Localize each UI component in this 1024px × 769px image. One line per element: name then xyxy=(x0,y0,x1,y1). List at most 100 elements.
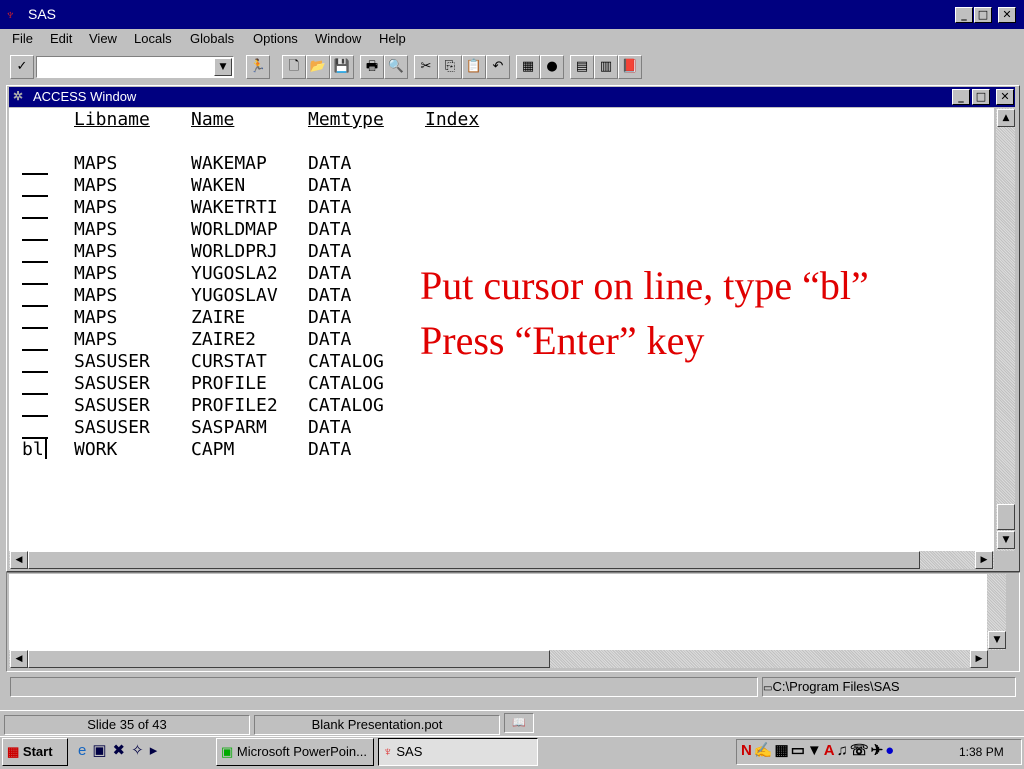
row-command-field[interactable] xyxy=(22,175,48,197)
row-command-field[interactable]: bl xyxy=(22,439,47,460)
cell-libname: SASUSER xyxy=(74,395,150,416)
scroll-thumb[interactable] xyxy=(997,504,1015,530)
menu-edit[interactable]: Edit xyxy=(50,29,72,49)
undo-icon[interactable]: ↶ xyxy=(486,55,510,79)
cell-memtype: DATA xyxy=(308,263,352,284)
row-command-field[interactable] xyxy=(22,197,48,219)
explorer-icon[interactable]: ▤ xyxy=(570,55,594,79)
new-icon[interactable]: 🗋 xyxy=(282,55,306,79)
scroll-right-button[interactable]: ▶ xyxy=(975,551,993,569)
cell-memtype: DATA xyxy=(308,175,352,196)
open-icon[interactable]: 📂 xyxy=(306,55,330,79)
row-command-field[interactable] xyxy=(22,417,48,439)
tool-icon[interactable]: ✧ xyxy=(131,742,150,759)
log-content[interactable] xyxy=(9,574,987,650)
table-row: MAPS WAKETRTI DATA xyxy=(9,197,994,219)
close-button[interactable]: ✕ xyxy=(998,7,1016,23)
system-tray: N✍▦▭▼A♫☏✈● 1:38 PM xyxy=(736,739,1022,765)
window-maximize-button[interactable]: □ xyxy=(972,89,990,105)
ie-icon[interactable]: e xyxy=(78,742,92,759)
start-button[interactable]: ▦ Start xyxy=(2,738,68,766)
cell-name: ZAIRE xyxy=(191,307,246,328)
status-message-field xyxy=(10,677,758,697)
sas-logo-icon[interactable]: ♆ xyxy=(5,6,21,22)
slide-counter: Slide 35 of 43 xyxy=(4,715,250,735)
powerpoint-icon: ▣ xyxy=(221,744,234,759)
scroll-down-button[interactable]: ▼ xyxy=(997,531,1015,549)
table-row: MAPS WORLDMAP DATA xyxy=(9,219,994,241)
app-title: SAS xyxy=(28,6,57,22)
cell-name: CAPM xyxy=(191,439,235,460)
col-name-header: Name xyxy=(191,109,235,130)
tray-icons[interactable]: N✍▦▭▼A♫☏✈● xyxy=(741,741,896,759)
cell-libname: MAPS xyxy=(74,329,118,350)
menu-view[interactable]: View xyxy=(89,29,117,49)
window-close-button[interactable]: ✕ xyxy=(996,89,1014,105)
cell-libname: WORK xyxy=(74,439,118,460)
desktop-icon[interactable]: ▣ xyxy=(92,742,112,759)
current-path: C:\Program Files\SAS xyxy=(772,679,900,694)
log-vertical-scrollbar[interactable]: ▼ xyxy=(987,574,1006,650)
cell-name: WORLDMAP xyxy=(191,219,278,240)
chevron-down-icon[interactable]: ▼ xyxy=(214,58,232,76)
window-minimize-button[interactable]: _ xyxy=(952,89,970,105)
cell-name: YUGOSLAV xyxy=(191,285,278,306)
more-icon[interactable]: ▸ xyxy=(150,742,164,759)
row-command-field[interactable] xyxy=(22,285,48,307)
row-command-field[interactable] xyxy=(22,329,48,351)
print-icon[interactable]: 🖶 xyxy=(360,55,384,79)
running-man-icon[interactable]: 🏃 xyxy=(246,55,270,79)
log-scroll-down-button[interactable]: ▼ xyxy=(988,631,1006,649)
row-command-field[interactable] xyxy=(22,307,48,329)
log-scroll-right-button[interactable]: ▶ xyxy=(970,650,988,668)
save-icon[interactable]: 💾 xyxy=(330,55,354,79)
horizontal-scrollbar[interactable]: ◀ ▶ xyxy=(9,551,994,569)
checkmark-button[interactable]: ✓ xyxy=(10,55,34,79)
print-preview-icon[interactable]: 🔍 xyxy=(384,55,408,79)
task-sas[interactable]: ♆ SAS xyxy=(378,738,538,766)
cell-name: PROFILE2 xyxy=(191,395,278,416)
window-icon: ✲ xyxy=(13,89,24,103)
row-command-field[interactable] xyxy=(22,373,48,395)
log-scroll-left-button[interactable]: ◀ xyxy=(10,650,28,668)
table-row: SASUSER PROFILE2 CATALOG xyxy=(9,395,994,417)
row-command-field[interactable] xyxy=(22,219,48,241)
channel-icon[interactable]: ✖ xyxy=(113,742,132,759)
cell-name: CURSTAT xyxy=(191,351,267,372)
menu-locals[interactable]: Locals xyxy=(134,29,172,49)
maximize-button[interactable]: □ xyxy=(974,7,992,23)
globe-icon[interactable]: ● xyxy=(540,55,564,79)
row-command-field[interactable] xyxy=(22,241,48,263)
menu-file[interactable]: File xyxy=(12,29,33,49)
quick-launch: e▣✖✧▸ xyxy=(78,740,198,762)
cell-memtype: DATA xyxy=(308,153,352,174)
minimize-button[interactable]: _ xyxy=(955,7,973,23)
scroll-up-button[interactable]: ▲ xyxy=(997,109,1015,127)
command-box[interactable]: ▼ xyxy=(36,56,234,78)
access-window-title: ACCESS Window xyxy=(33,89,137,104)
table-icon[interactable]: ▥ xyxy=(594,55,618,79)
libraries-icon[interactable]: ▦ xyxy=(516,55,540,79)
menu-help[interactable]: Help xyxy=(379,29,406,49)
help-book-icon[interactable]: 📕 xyxy=(618,55,642,79)
row-command-field[interactable] xyxy=(22,351,48,373)
row-command-field[interactable] xyxy=(22,395,48,417)
menu-options[interactable]: Options xyxy=(253,29,298,49)
cell-memtype: DATA xyxy=(308,417,352,438)
h-scroll-thumb[interactable] xyxy=(28,551,920,569)
copy-icon[interactable]: ⎘ xyxy=(438,55,462,79)
paste-icon[interactable]: 📋 xyxy=(462,55,486,79)
log-h-scroll-thumb[interactable] xyxy=(28,650,550,668)
row-command-field[interactable] xyxy=(22,263,48,285)
status-path-field: ▭C:\Program Files\SAS xyxy=(762,677,1016,697)
task-powerpoint[interactable]: ▣ Microsoft PowerPoin... xyxy=(216,738,374,766)
scroll-left-button[interactable]: ◀ xyxy=(10,551,28,569)
cut-icon[interactable]: ✂ xyxy=(414,55,438,79)
log-horizontal-scrollbar[interactable]: ◀ ▶ xyxy=(9,650,988,668)
sas-task-icon: ♆ xyxy=(383,744,393,759)
col-index-header: Index xyxy=(425,109,480,130)
menu-window[interactable]: Window xyxy=(315,29,361,49)
cell-name: YUGOSLA2 xyxy=(191,263,278,284)
menu-globals[interactable]: Globals xyxy=(190,29,234,49)
row-command-field[interactable] xyxy=(22,153,48,175)
